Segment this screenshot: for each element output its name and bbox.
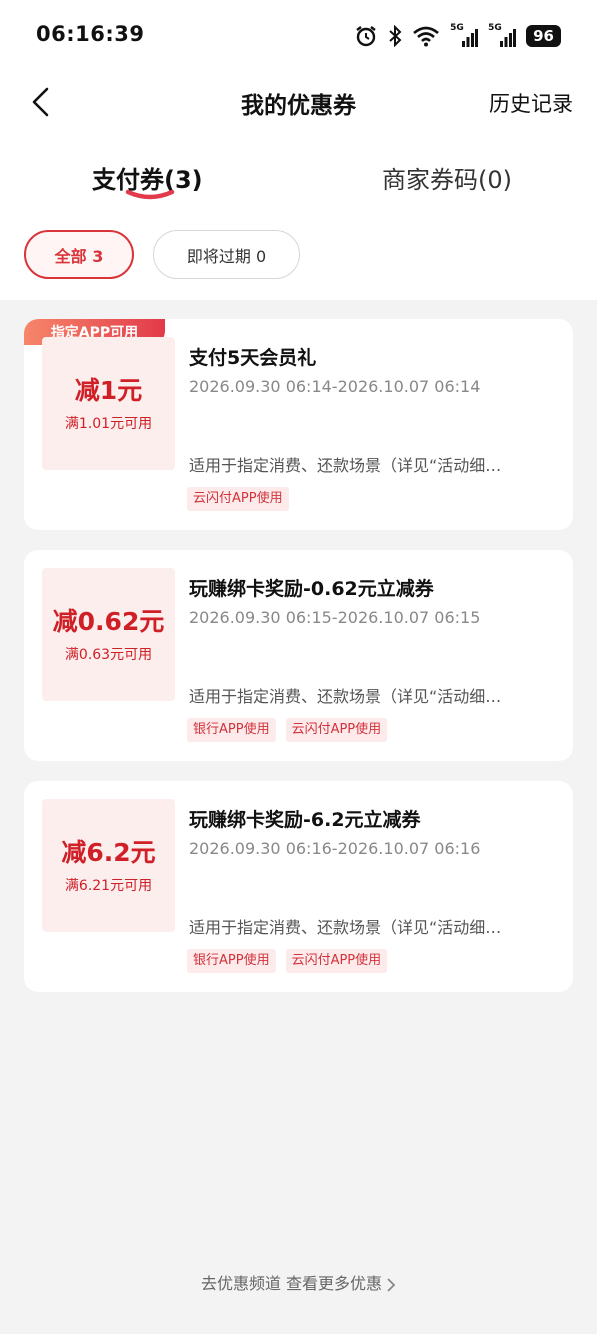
battery-indicator: 96: [526, 25, 561, 47]
coupon-card[interactable]: 减0.62元 满0.63元可用 玩赚绑卡奖励-0.62元立减券 2026.09.…: [24, 550, 573, 761]
coupon-condition: 满0.63元可用: [64, 646, 153, 663]
coupon-period: 2026.09.30 06:15-2026.10.07 06:15: [189, 608, 481, 627]
wifi-icon: [413, 26, 439, 47]
coupon-title: 玩赚绑卡奖励-0.62元立减券: [189, 578, 434, 600]
signal-5g-icon: 5G: [488, 23, 517, 47]
coupon-amount-box: 减0.62元 满0.63元可用: [42, 568, 175, 701]
coupon-amount-box: 减1元 满1.01元可用: [42, 337, 175, 470]
coupon-period: 2026.09.30 06:14-2026.10.07 06:14: [189, 377, 481, 396]
more-offers-label: 去优惠频道 查看更多优惠: [200, 1274, 383, 1293]
signal-5g-icon: 5G: [450, 23, 479, 47]
status-icons: 5G 5G 96: [354, 22, 561, 50]
coupon-amount: 减0.62元: [52, 606, 165, 636]
filter-all[interactable]: 全部 3: [24, 230, 134, 279]
coupon-condition: 满1.01元可用: [64, 415, 153, 432]
coupon-period: 2026.09.30 06:16-2026.10.07 06:16: [189, 839, 481, 858]
active-tab-indicator: [125, 189, 175, 200]
coupon-tag: 银行APP使用: [187, 718, 276, 742]
tab-merchant-codes[interactable]: 商家券码(0): [382, 160, 512, 195]
coupon-scope: 适用于指定消费、还款场景（详见“活动细…: [189, 456, 502, 475]
coupon-amount: 减1元: [74, 375, 143, 405]
coupon-condition: 满6.21元可用: [64, 877, 153, 894]
coupon-tags: 银行APP使用 云闪付APP使用: [187, 949, 388, 973]
history-button[interactable]: 历史记录: [489, 88, 573, 118]
coupon-card[interactable]: 指定APP可用 减1元 满1.01元可用 支付5天会员礼 2026.09.30 …: [24, 319, 573, 530]
coupon-tag: 云闪付APP使用: [187, 487, 289, 511]
bluetooth-icon: [389, 25, 402, 47]
coupon-title: 支付5天会员礼: [189, 347, 317, 369]
coupon-card[interactable]: 减6.2元 满6.21元可用 玩赚绑卡奖励-6.2元立减券 2026.09.30…: [24, 781, 573, 992]
coupon-title: 玩赚绑卡奖励-6.2元立减券: [189, 809, 421, 831]
coupon-tag: 云闪付APP使用: [285, 718, 388, 742]
status-time: 06:16:39: [36, 22, 145, 46]
coupon-tag: 云闪付APP使用: [285, 949, 388, 973]
coupon-tag: 银行APP使用: [187, 949, 276, 973]
coupon-scope: 适用于指定消费、还款场景（详见“活动细…: [189, 687, 502, 706]
coupon-scope: 适用于指定消费、还款场景（详见“活动细…: [189, 918, 502, 937]
filter-expiring[interactable]: 即将过期 0: [153, 230, 300, 279]
coupon-amount: 减6.2元: [61, 837, 156, 867]
coupon-tags: 银行APP使用 云闪付APP使用: [187, 718, 388, 742]
more-offers-link[interactable]: 去优惠频道 查看更多优惠: [0, 1270, 597, 1294]
chevron-right-icon: [387, 1277, 396, 1292]
coupon-tags: 云闪付APP使用: [187, 487, 289, 511]
alarm-icon: [356, 26, 376, 47]
coupon-amount-box: 减6.2元 满6.21元可用: [42, 799, 175, 932]
